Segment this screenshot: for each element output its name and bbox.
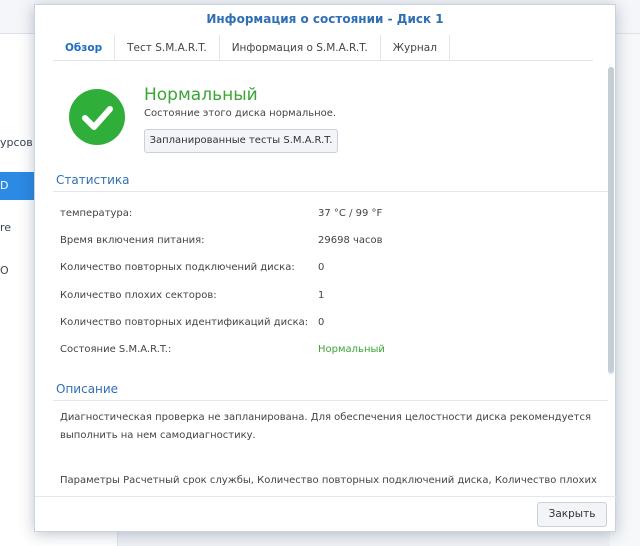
stat-label: Количество повторных подключений диска: — [60, 262, 295, 273]
status-description: Состояние этого диска нормальное. — [144, 108, 337, 119]
status-title: Нормальный — [144, 85, 258, 105]
check-circle-icon — [69, 89, 125, 145]
stat-value-temperature: 37 °C / 99 °F — [318, 208, 383, 219]
tab-smart-test[interactable]: Тест S.M.A.R.T. — [115, 35, 220, 60]
description-section-title: Описание — [56, 382, 119, 396]
divider — [53, 191, 608, 192]
stat-value-reconnects: 0 — [318, 262, 325, 273]
divider — [53, 400, 608, 401]
stat-value-bad-sectors: 1 — [318, 290, 325, 301]
description-paragraph: Диагностическая проверка не запланирован… — [60, 412, 591, 441]
tab-smart-info[interactable]: Информация о S.M.A.R.T. — [220, 35, 381, 60]
footer-divider — [35, 496, 617, 497]
tab-overview[interactable]: Обзор — [53, 35, 116, 60]
disk-health-dialog: Информация о состоянии - Диск 1 Обзор Те… — [34, 4, 617, 532]
scrollbar-thumb[interactable] — [608, 67, 614, 373]
stat-label: Количество повторных идентификаций диска… — [60, 317, 309, 328]
stat-label: температура: — [60, 208, 133, 219]
tab-bar: Обзор Тест S.M.A.R.T. Информация о S.M.A… — [53, 35, 593, 61]
stat-label: Количество плохих секторов: — [60, 290, 217, 301]
statistics-section-title: Статистика — [56, 173, 130, 187]
stat-value-reidentifications: 0 — [318, 317, 325, 328]
dialog-title: Информация о состоянии - Диск 1 — [206, 12, 444, 26]
tab-log[interactable]: Журнал — [381, 35, 450, 60]
description-paragraph: Параметры Расчетный срок службы, Количес… — [60, 475, 597, 495]
stat-value-smart-status: Нормальный — [318, 344, 385, 355]
scheduled-smart-tests-button[interactable]: Запланированные тесты S.M.A.R.T. — [144, 129, 338, 153]
overview-content[interactable]: Нормальный Состояние этого диска нормаль… — [53, 67, 615, 495]
stat-value-power-on-time: 29698 часов — [318, 235, 383, 246]
close-button[interactable]: Закрыть — [537, 502, 607, 527]
stat-label: Состояние S.M.A.R.T.: — [60, 344, 172, 355]
stat-label: Время включения питания: — [60, 235, 205, 246]
